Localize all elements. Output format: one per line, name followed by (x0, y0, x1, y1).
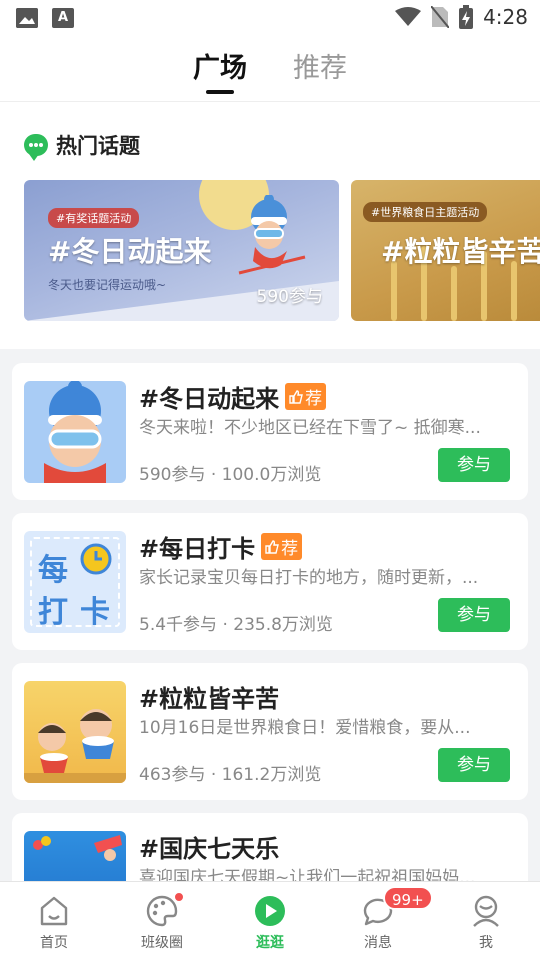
active-tab-indicator (206, 90, 234, 94)
topic-stats: 590参与 · 100.0万浏览 (139, 465, 322, 485)
topic-stats: 463参与 · 161.2万浏览 (139, 765, 322, 785)
banner-subtitle: 冬天也要记得运动哦~ (48, 278, 167, 292)
unread-badge: 99+ (383, 886, 433, 910)
clock-icon (80, 543, 112, 575)
topic-thumbnail (24, 681, 126, 783)
thumbs-up-icon (265, 539, 280, 554)
play-icon (255, 896, 285, 926)
topic-title: #国庆七天乐 (139, 835, 280, 863)
wheat-illustration (511, 261, 517, 321)
thumbnail-text: 卡 (80, 595, 110, 630)
nav-label: 首页 (40, 935, 68, 951)
banner-title: #冬日动起来 (48, 235, 212, 268)
hot-topics-section: 热门话题 #有奖话题活动 #冬日动起来 冬天也要记得运动哦~ 590参与 #世界… (0, 102, 540, 349)
nav-label: 我 (479, 935, 493, 951)
topic-card[interactable]: #粒粒皆辛苦 10月16日是世界粮食日！爱惜粮食，要从... 463参与 · 1… (12, 663, 528, 800)
nav-home[interactable]: 首页 (24, 894, 84, 952)
battery-charging-icon (459, 5, 474, 29)
topic-card[interactable]: 每 打 卡 #每日打卡 荐 家长记录宝贝每日打卡的地方，随时更新，... 5.4… (12, 513, 528, 650)
join-button[interactable]: 参与 (438, 448, 510, 482)
tab-recommended[interactable]: 推荐 (293, 46, 347, 85)
nav-profile[interactable]: 我 (456, 894, 516, 952)
home-icon (40, 896, 68, 926)
wifi-icon (395, 7, 422, 26)
tab-square[interactable]: 广场 (193, 46, 247, 85)
banner-food-day[interactable]: #世界粮食日主题活动 #粒粒皆辛苦 (351, 180, 540, 321)
topic-thumbnail: 每 打 卡 (24, 531, 126, 633)
nav-label: 逛逛 (256, 935, 284, 951)
nav-label: 班级圈 (141, 935, 183, 951)
top-tabs: 广场 推荐 (0, 36, 540, 102)
topic-description: 家长记录宝贝每日打卡的地方，随时更新，... (139, 568, 479, 588)
banner-tag: #有奖话题活动 (48, 208, 140, 228)
banner-tag: #世界粮食日主题活动 (363, 202, 488, 222)
nav-explore[interactable]: 逛逛 (240, 894, 300, 952)
thumbnail-text: 打 (38, 595, 68, 630)
skier-illustration (238, 195, 306, 275)
status-bar: A 4:28 (0, 0, 540, 36)
font-icon: A (52, 8, 74, 28)
topic-stats: 5.4千参与 · 235.8万浏览 (139, 615, 333, 635)
notification-dot (173, 891, 185, 903)
join-button[interactable]: 参与 (438, 598, 510, 632)
thumbs-up-icon (289, 389, 304, 404)
topic-card[interactable]: #冬日动起来 荐 冬天来啦！不少地区已经在下雪了~ 抵御寒... 590参与 ·… (12, 363, 528, 500)
topic-description: 10月16日是世界粮食日！爱惜粮食，要从... (139, 718, 471, 738)
recommended-badge: 荐 (285, 383, 327, 410)
topic-description: 冬天来啦！不少地区已经在下雪了~ 抵御寒... (139, 418, 481, 438)
hot-topics-header: 热门话题 (24, 130, 140, 161)
topic-title: #冬日动起来 (139, 385, 280, 413)
no-sim-icon (431, 6, 450, 28)
recommended-label: 荐 (305, 389, 323, 409)
join-button[interactable]: 参与 (438, 748, 510, 782)
bottom-nav: 首页 班级圈 逛逛 99+ 消息 我 (0, 881, 540, 960)
topic-thumbnail (24, 381, 126, 483)
thumbnail-text: 每 (38, 553, 68, 588)
hot-topics-title: 热门话题 (56, 134, 140, 158)
clock: 4:28 (483, 5, 528, 29)
banner-participant-count: 590参与 (256, 287, 323, 307)
profile-icon (473, 895, 499, 927)
banner-winter-sports[interactable]: #有奖话题活动 #冬日动起来 冬天也要记得运动哦~ 590参与 (24, 180, 339, 321)
nav-label: 消息 (364, 935, 392, 951)
nav-class-circle[interactable]: 班级圈 (132, 891, 192, 952)
banner-title: #粒粒皆辛苦 (381, 235, 540, 268)
gallery-icon (16, 8, 38, 28)
recommended-label: 荐 (281, 539, 299, 559)
wheat-illustration (391, 261, 397, 321)
topic-title: #粒粒皆辛苦 (139, 685, 280, 713)
topic-title: #每日打卡 (139, 535, 256, 563)
nav-messages[interactable]: 99+ 消息 (348, 886, 433, 952)
recommended-badge: 荐 (261, 533, 303, 560)
chat-bubble-icon (24, 134, 48, 161)
wheat-illustration (451, 266, 457, 321)
